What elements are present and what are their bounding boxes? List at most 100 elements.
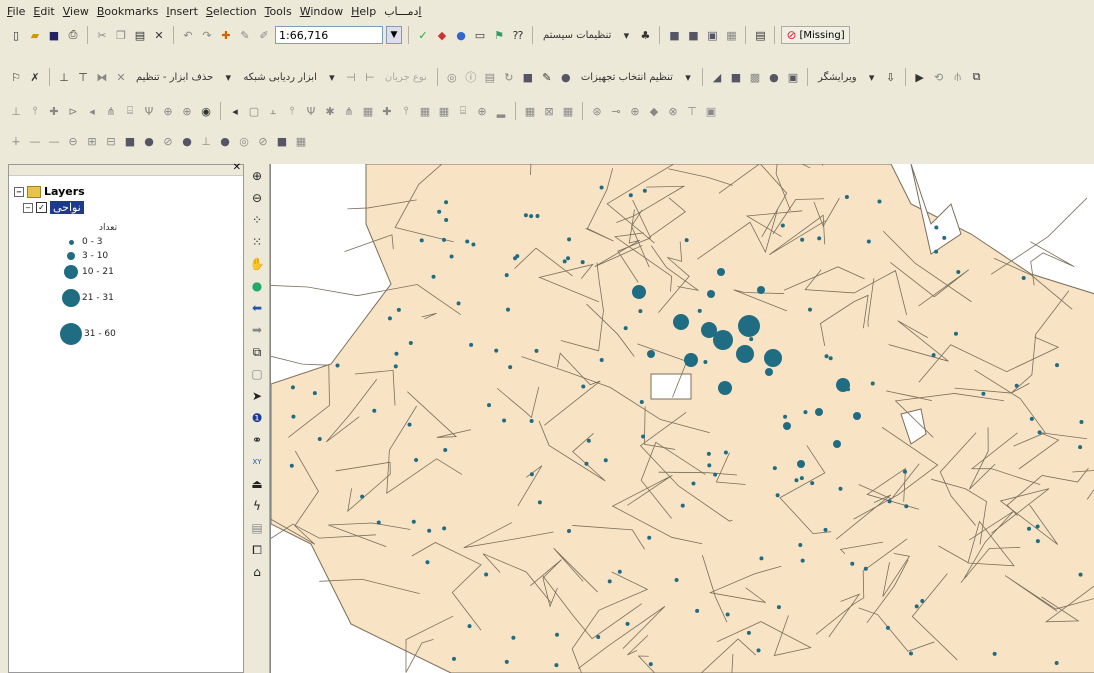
construct-icon-9[interactable]: ⊕ [160, 103, 176, 119]
construct-icon-26[interactable]: ▂ [493, 103, 509, 119]
redo-icon[interactable]: ↷ [199, 27, 215, 43]
construct-icon-24[interactable]: ⌸ [455, 103, 471, 119]
symbol-icon-6[interactable]: ⊟ [103, 133, 119, 149]
copy-icon[interactable]: ❐ [113, 27, 129, 43]
hatch-tool-icon[interactable]: ▩ [747, 69, 763, 85]
select-equipment-setting-dropdown[interactable]: تنظیم انتخاب تجهیزات [577, 72, 677, 83]
clear-results-icon[interactable]: ✕ [113, 69, 129, 85]
menu-extension[interactable]: ادمـــاب [383, 5, 422, 18]
fixed-zoom-in-icon[interactable]: ⁘ [249, 212, 265, 228]
save-icon[interactable]: ■ [46, 27, 62, 43]
time-slider-icon[interactable]: ⌂ [249, 564, 265, 580]
editor-sketch-icon[interactable]: ✎ [237, 27, 253, 43]
delete-tools-dropdown[interactable]: حذف ابزار - تنظیم [132, 72, 217, 83]
pan-icon[interactable]: ✋ [249, 256, 265, 272]
add-junction-flag-icon[interactable]: ⊤ [75, 69, 91, 85]
forward-icon[interactable]: ➡ [249, 322, 265, 338]
symbol-icon-10[interactable]: ● [179, 133, 195, 149]
identify-icon[interactable]: ❶ [249, 410, 265, 426]
cut-icon[interactable]: ✂ [94, 27, 110, 43]
select-elements-icon[interactable]: ➤ [249, 388, 265, 404]
symbol-icon-4[interactable]: ⊖ [65, 133, 81, 149]
layout-grid-icon-1[interactable]: ■ [666, 27, 682, 43]
symbol-icon-2[interactable]: — [27, 133, 43, 149]
construct-icon-3[interactable]: ✚ [46, 103, 62, 119]
menu-file[interactable]: File [6, 5, 26, 18]
symbol-icon-5[interactable]: ⊞ [84, 133, 100, 149]
flow-direction-dropdown[interactable]: نوع جریان [381, 72, 431, 83]
construct-icon-21[interactable]: ⫯ [398, 103, 414, 119]
dropdown-arrow-icon[interactable]: ▾ [618, 27, 634, 43]
construct-icon-28[interactable]: ⊠ [541, 103, 557, 119]
print-icon[interactable]: ⎙ [65, 27, 81, 43]
symbol-icon-13[interactable]: ◎ [236, 133, 252, 149]
menu-insert[interactable]: Insert [165, 5, 199, 18]
full-extent-icon[interactable]: ● [249, 278, 265, 294]
menu-help[interactable]: Help [350, 5, 377, 18]
construct-icon-1[interactable]: ⊥ [8, 103, 24, 119]
back-icon[interactable]: ⬅ [249, 300, 265, 316]
construct-icon-10[interactable]: ⊕ [179, 103, 195, 119]
dropdown-arrow-icon[interactable]: ▾ [680, 69, 696, 85]
construct-icon-4[interactable]: ⊳ [65, 103, 81, 119]
pointer-tool-icon[interactable]: ✎ [539, 69, 555, 85]
construct-icon-18[interactable]: ⋔ [341, 103, 357, 119]
construct-icon-14[interactable]: ⫠ [265, 103, 281, 119]
symbol-icon-11[interactable]: ⊥ [198, 133, 214, 149]
add-edge-barrier-icon[interactable]: ⧓ [94, 69, 110, 85]
construct-icon-17[interactable]: ✱ [322, 103, 338, 119]
record-icon[interactable]: ● [558, 69, 574, 85]
construct-icon-32[interactable]: ⊕ [627, 103, 643, 119]
construct-icon-13[interactable]: ▢ [246, 103, 262, 119]
split-tool-icon[interactable]: ⫛ [950, 69, 966, 85]
go-to-xy-icon[interactable]: XY [249, 454, 265, 470]
clear-selection-icon[interactable]: ▢ [249, 366, 265, 382]
symbol-icon-3[interactable]: — [46, 133, 62, 149]
construct-icon-2[interactable]: ⫯ [27, 103, 43, 119]
dropdown-arrow-icon[interactable]: ▾ [324, 69, 340, 85]
layout-grid-icon-3[interactable]: ▣ [704, 27, 720, 43]
select-arrow-icon[interactable]: ▶ [912, 69, 928, 85]
settings-tool-icon[interactable]: ♣ [637, 27, 653, 43]
add-edge-flag-icon[interactable]: ⊥ [56, 69, 72, 85]
symbol-icon-9[interactable]: ⊘ [160, 133, 176, 149]
map-canvas[interactable] [271, 164, 1094, 673]
construct-icon-33[interactable]: ◆ [646, 103, 662, 119]
undo-icon[interactable]: ↶ [180, 27, 196, 43]
fixed-zoom-out-icon[interactable]: ⁙ [249, 234, 265, 250]
symbol-icon-16[interactable]: ▦ [293, 133, 309, 149]
arctoolbox-icon[interactable]: ◆ [434, 27, 450, 43]
symbol-icon-1[interactable]: ∔ [8, 133, 24, 149]
collapse-icon[interactable]: − [23, 202, 33, 213]
editor-dropdown[interactable]: ویرایشگر [814, 72, 861, 83]
collapse-icon[interactable]: − [14, 186, 24, 197]
symbol-icon-8[interactable]: ● [141, 133, 157, 149]
menu-selection[interactable]: Selection [205, 5, 258, 18]
map-scale-input[interactable]: 1:66,716 [275, 26, 383, 44]
construct-icon-34[interactable]: ⊗ [665, 103, 681, 119]
symbol-icon-7[interactable]: ■ [122, 133, 138, 149]
circle-tool-icon[interactable]: ◎ [444, 69, 460, 85]
construct-icon-16[interactable]: Ψ [303, 103, 319, 119]
grid-tool-icon[interactable]: ■ [728, 69, 744, 85]
construct-icon-29[interactable]: ▦ [560, 103, 576, 119]
table-tool-icon[interactable]: ▤ [482, 69, 498, 85]
table-icon[interactable]: ▤ [752, 27, 768, 43]
attributes-tool-icon[interactable]: ⧉ [969, 69, 985, 85]
edit-tool-icon[interactable]: ⇩ [883, 69, 899, 85]
dropdown-arrow-icon[interactable]: ▾ [864, 69, 880, 85]
menu-bookmarks[interactable]: Bookmarks [96, 5, 159, 18]
network-tracking-tools-dropdown[interactable]: ابزار ردیابی شبکه [239, 72, 321, 83]
hyperlink-icon[interactable]: ϟ [249, 498, 265, 514]
scale-dropdown-icon[interactable]: ▼ [386, 26, 402, 44]
triangle-tool-icon[interactable]: ◢ [709, 69, 725, 85]
menu-tools[interactable]: Tools [264, 5, 293, 18]
select-features-icon[interactable]: ⧉ [249, 344, 265, 360]
construct-icon-36[interactable]: ▣ [703, 103, 719, 119]
menu-edit[interactable]: Edit [32, 5, 55, 18]
whats-this-icon[interactable]: ⁇ [510, 27, 526, 43]
delete-icon[interactable]: ✕ [151, 27, 167, 43]
construct-icon-23[interactable]: ▦ [436, 103, 452, 119]
info-tool-icon[interactable]: ⓘ [463, 69, 479, 85]
model-builder-icon[interactable]: ⚑ [491, 27, 507, 43]
